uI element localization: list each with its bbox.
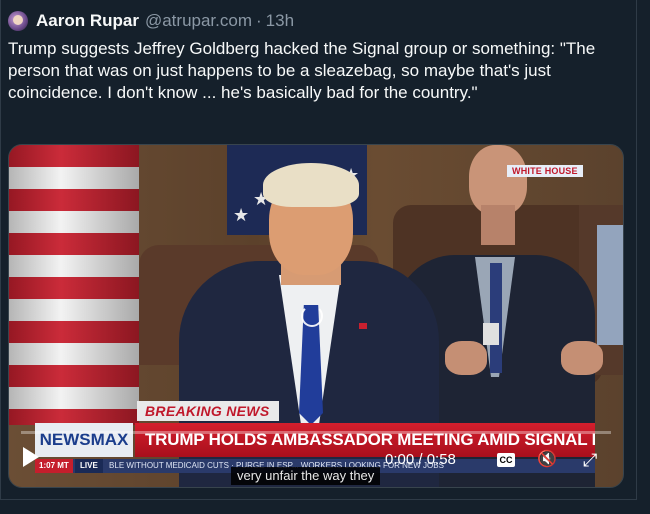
star-icon: ★: [233, 205, 250, 225]
video-progress-bar[interactable]: [21, 431, 611, 434]
news-headline: TRUMP HOLDS AMBASSADOR MEETING AMID SIGN…: [135, 423, 595, 457]
avatar[interactable]: [8, 11, 28, 31]
post-header: Aaron Rupar @atrupar.com · 13h: [8, 8, 294, 34]
ticker-clock: 1:07 MT: [35, 459, 73, 473]
aide-hand-image: [561, 341, 603, 375]
play-icon[interactable]: [23, 447, 39, 467]
video-caption: very unfair the way they: [231, 467, 381, 485]
white-house-watermark: WHITE HOUSE: [507, 165, 583, 177]
breaking-news-label: BREAKING NEWS: [137, 401, 279, 421]
flag-pin-image: [359, 323, 367, 329]
flag-shading: [9, 145, 139, 425]
aide-badge-image: [483, 323, 499, 345]
post-border-bottom: [0, 499, 637, 500]
separator-dot: ·: [256, 11, 262, 30]
loading-spinner-icon: [301, 305, 323, 327]
author-handle[interactable]: @atrupar.com: [145, 11, 252, 31]
closed-captions-button[interactable]: CC: [497, 453, 515, 467]
video-time-display: 0:00 / 0:58: [385, 451, 456, 468]
author-name[interactable]: Aaron Rupar: [36, 11, 139, 31]
aide-tie-image: [490, 263, 502, 373]
post-text: Trump suggests Jeffrey Goldberg hacked t…: [8, 39, 596, 102]
aide-hand-image: [445, 341, 487, 375]
fullscreen-icon[interactable]: ⤢: [583, 449, 605, 471]
post-border-left: [0, 0, 1, 500]
live-badge: LIVE: [75, 459, 103, 473]
speaker-hair-image: [263, 163, 359, 207]
muted-speaker-icon[interactable]: 🔇: [537, 450, 559, 470]
post-timestamp[interactable]: 13h: [266, 11, 294, 31]
video-player[interactable]: ★ ★ ★ WHITE HOUSE BREAKING NEWS NEWSMAX …: [8, 144, 624, 488]
aide-neck-image: [481, 205, 515, 245]
side-person-image: [597, 225, 623, 345]
post-border-right: [636, 0, 637, 500]
network-logo: NEWSMAX: [35, 423, 133, 457]
